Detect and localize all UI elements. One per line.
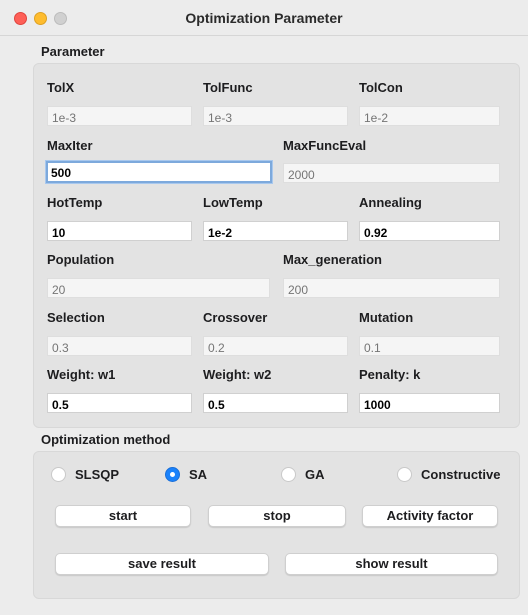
title-bar[interactable]: Optimization Parameter	[0, 0, 528, 36]
save-result-button[interactable]: save result	[55, 553, 269, 575]
maxfunceval-field[interactable]	[283, 163, 500, 183]
mutation-label: Mutation	[359, 310, 414, 325]
radio-slsqp-label: SLSQP	[75, 467, 120, 482]
lowtemp-field[interactable]	[203, 221, 348, 241]
selection-field[interactable]	[47, 336, 192, 356]
weight-w1-label: Weight: w1	[47, 367, 116, 382]
optimization-parameter-window: Optimization Parameter Parameter TolX To…	[0, 0, 528, 615]
tolfunc-field[interactable]	[203, 106, 348, 126]
method-group-title: Optimization method	[41, 432, 171, 447]
radio-button-selected-icon	[165, 467, 180, 482]
population-label: Population	[47, 252, 115, 267]
penalty-k-field[interactable]	[359, 393, 500, 413]
max-generation-label: Max_generation	[283, 252, 382, 267]
annealing-label: Annealing	[359, 195, 422, 210]
activity-factor-button[interactable]: Activity factor	[362, 505, 498, 527]
tolfunc-label: TolFunc	[203, 80, 253, 95]
tolcon-label: TolCon	[359, 80, 403, 95]
maxiter-field[interactable]	[46, 161, 272, 183]
radio-constructive[interactable]: Constructive	[397, 467, 500, 482]
mutation-field[interactable]	[359, 336, 500, 356]
hottemp-label: HotTemp	[47, 195, 103, 210]
parameter-group-title: Parameter	[41, 44, 105, 59]
tolcon-field[interactable]	[359, 106, 500, 126]
radio-button-icon	[281, 467, 296, 482]
radio-constructive-label: Constructive	[421, 467, 501, 482]
crossover-label: Crossover	[203, 310, 268, 325]
radio-ga[interactable]: GA	[281, 467, 325, 482]
radio-ga-label: GA	[305, 467, 325, 482]
annealing-field[interactable]	[359, 221, 500, 241]
radio-button-icon	[51, 467, 66, 482]
radio-slsqp[interactable]: SLSQP	[51, 467, 119, 482]
weight-w2-field[interactable]	[203, 393, 348, 413]
hottemp-field[interactable]	[47, 221, 192, 241]
lowtemp-label: LowTemp	[203, 195, 263, 210]
radio-button-icon	[397, 467, 412, 482]
tolx-label: TolX	[47, 80, 75, 95]
maxiter-label: MaxIter	[47, 138, 93, 153]
stop-button[interactable]: stop	[208, 505, 346, 527]
show-result-button[interactable]: show result	[285, 553, 498, 575]
weight-w1-field[interactable]	[47, 393, 192, 413]
crossover-field[interactable]	[203, 336, 348, 356]
tolx-field[interactable]	[47, 106, 192, 126]
selection-label: Selection	[47, 310, 105, 325]
radio-sa-label: SA	[189, 467, 208, 482]
penalty-k-label: Penalty: k	[359, 367, 421, 382]
start-button[interactable]: start	[55, 505, 191, 527]
maxfunceval-label: MaxFuncEval	[283, 138, 367, 153]
max-generation-field[interactable]	[283, 278, 500, 298]
radio-sa[interactable]: SA	[165, 467, 207, 482]
population-field[interactable]	[47, 278, 270, 298]
window-title: Optimization Parameter	[185, 10, 343, 26]
weight-w2-label: Weight: w2	[203, 367, 272, 382]
